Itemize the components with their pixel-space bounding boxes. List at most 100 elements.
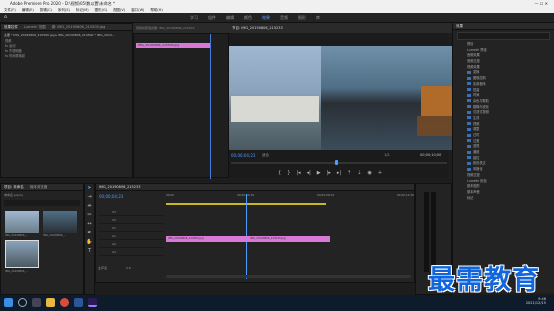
workspace-tab[interactable]: 编辑 bbox=[226, 15, 234, 21]
folder-icon bbox=[467, 156, 471, 160]
export-frame-icon[interactable]: ◉ bbox=[367, 170, 371, 176]
tools-panel: ➤ ⇥ ⇹ ✂ ↔ ✒ ✋ T bbox=[84, 183, 95, 295]
effect-controls-tabs: 效果控件 Lumetri 范围 源: IMG_20190806_210500.j… bbox=[1, 24, 132, 31]
timeline-timecode[interactable]: 00;00;04;23 bbox=[99, 194, 123, 199]
pen-tool-icon[interactable]: ✒ bbox=[85, 229, 94, 238]
mark-in-icon[interactable]: { bbox=[278, 170, 281, 176]
lift-icon[interactable]: ⇡ bbox=[347, 170, 351, 176]
task-view-icon[interactable] bbox=[32, 298, 41, 307]
window-controls[interactable]: — ☐ ✕ bbox=[535, 0, 548, 7]
chrome-icon[interactable] bbox=[60, 298, 69, 307]
folder-icon bbox=[467, 82, 471, 86]
program-playhead[interactable] bbox=[335, 160, 338, 165]
folder-icon bbox=[467, 161, 471, 165]
step-back-icon[interactable]: ◂| bbox=[307, 170, 311, 176]
track-header[interactable]: A2 bbox=[98, 240, 164, 248]
source-clip-bar[interactable]: IMG_20190806_210500.jpg bbox=[136, 43, 210, 48]
file-explorer-icon[interactable] bbox=[46, 298, 55, 307]
clip-thumbnail[interactable] bbox=[43, 211, 77, 233]
windows-start-icon[interactable] bbox=[4, 298, 13, 307]
ripple-edit-icon[interactable]: ⇹ bbox=[85, 202, 94, 211]
folder-icon bbox=[467, 88, 471, 91]
folder-icon bbox=[467, 139, 471, 143]
tab-effect-controls[interactable]: 效果控件 bbox=[4, 24, 18, 30]
tab-project[interactable]: 项目: 未命名 bbox=[4, 184, 24, 190]
sequence-thumbnail[interactable] bbox=[5, 240, 39, 268]
search-icon[interactable] bbox=[18, 298, 27, 307]
clip-name: IMG_20190806_... bbox=[5, 270, 29, 273]
hand-tool-icon[interactable]: ✋ bbox=[85, 238, 94, 247]
effects-categories: 变换 图像控制 实用程序 扭曲 时间 杂色与颗粒 模糊与锐化 沉浸式视频 生成 视频 调整 过时 过渡透… bbox=[453, 70, 554, 172]
clip-name: IMG_20190806_... bbox=[5, 234, 29, 237]
transport-controls: { } |◂ ◂| ▶ |▸ ▸| ⇡ ⇣ ◉ + bbox=[278, 170, 382, 176]
track-select-icon[interactable]: ⇥ bbox=[85, 193, 94, 202]
slip-tool-icon[interactable]: ↔ bbox=[85, 220, 94, 229]
program-scrubber[interactable] bbox=[231, 160, 447, 165]
premiere-icon[interactable] bbox=[88, 298, 97, 307]
extract-icon[interactable]: ⇣ bbox=[357, 170, 361, 176]
tab-media-browser[interactable]: 媒体浏览器 bbox=[30, 184, 48, 190]
word-icon[interactable] bbox=[74, 298, 83, 307]
list-item[interactable]: fx 时间重映射 bbox=[1, 54, 132, 59]
audio-mixer-tab[interactable]: 音频剪辑混合器: IMG_20190806_215233 bbox=[133, 23, 229, 33]
ruler-tick-label: 00;00;14;29 bbox=[396, 193, 414, 197]
timeline-clip[interactable]: IMG_20190806_215233.jpg bbox=[248, 236, 330, 242]
timeline-scrollbar[interactable] bbox=[166, 275, 411, 278]
goto-out-icon[interactable]: ▸| bbox=[337, 170, 341, 176]
folder-icon bbox=[467, 116, 471, 120]
timeline-clip[interactable]: IMG_20190806_210500.jpg bbox=[166, 236, 248, 242]
workspace-tabs: 学习 组件 编辑 颜色 效果 音频 图形 库 bbox=[190, 15, 320, 21]
quality-dropdown[interactable]: 1/2 bbox=[384, 153, 390, 157]
tab-lumetri-scopes[interactable]: Lumetri 范围 bbox=[24, 24, 46, 30]
project-search-input[interactable] bbox=[4, 200, 80, 206]
video-right-frame bbox=[321, 46, 452, 150]
workspace-tab[interactable]: 学习 bbox=[190, 15, 198, 21]
playhead-line[interactable] bbox=[210, 34, 211, 179]
ruler-tick-label: 00;00 bbox=[166, 193, 175, 197]
program-timecode[interactable]: 00;00;04;23 bbox=[231, 153, 255, 158]
track-header[interactable]: V3 bbox=[98, 208, 164, 216]
step-forward-icon[interactable]: |▸ bbox=[327, 170, 331, 176]
program-monitor-tab[interactable]: 节目: IMG_20190806_215233 bbox=[229, 23, 452, 33]
building-image bbox=[231, 96, 319, 122]
clock[interactable]: 9:46 2021/12/15 bbox=[526, 297, 546, 305]
effects-search-input[interactable] bbox=[457, 32, 550, 40]
folder-icon bbox=[467, 144, 471, 148]
workspace-tab[interactable]: 效果 bbox=[262, 15, 270, 21]
clip-thumbnail[interactable] bbox=[5, 211, 39, 233]
effects-more: 视频过渡 Lumetri 颜色 基本图形 基本声音 标记 bbox=[453, 173, 554, 201]
razor-tool-icon[interactable]: ✂ bbox=[85, 211, 94, 220]
mark-out-icon[interactable]: } bbox=[287, 170, 290, 176]
effect-controls-header: 主要 * IMG_20190806_210500.jpg ▸ IMG_20190… bbox=[4, 33, 115, 37]
track-header[interactable]: V2 bbox=[98, 216, 164, 224]
workspace-tab[interactable]: 库 bbox=[316, 15, 320, 21]
master-value[interactable]: 0.0 bbox=[126, 266, 131, 270]
windows-taskbar: 9:46 2021/12/15 bbox=[0, 295, 554, 311]
timeline-ruler[interactable]: 00;0000;00;04;2900;00;09;2900;00;14;29 bbox=[166, 193, 414, 201]
goto-in-icon[interactable]: |◂ bbox=[296, 170, 300, 176]
folder-icon bbox=[467, 127, 471, 131]
lit-building-image bbox=[421, 86, 452, 116]
tab-sequence[interactable]: IMG_20190806_215233 bbox=[99, 184, 140, 190]
track-header[interactable]: A1 bbox=[98, 232, 164, 240]
selection-tool-icon[interactable]: ➤ bbox=[85, 184, 94, 193]
workspace-tab[interactable]: 颜色 bbox=[244, 15, 252, 21]
add-button-icon[interactable]: + bbox=[378, 170, 382, 176]
tab-effects[interactable]: 效果 bbox=[456, 23, 463, 29]
workspace-tab[interactable]: 图形 bbox=[298, 15, 306, 21]
program-video-frame bbox=[229, 46, 452, 150]
type-tool-icon[interactable]: T bbox=[85, 247, 94, 256]
track-header[interactable]: V1 bbox=[98, 224, 164, 232]
fit-dropdown[interactable]: 适合 bbox=[262, 153, 269, 158]
track-headers: V3 V2 V1 A1 A2 A3 bbox=[98, 208, 164, 256]
folder-icon bbox=[467, 93, 471, 97]
play-icon[interactable]: ▶ bbox=[317, 170, 321, 176]
track-header[interactable]: A3 bbox=[98, 248, 164, 256]
effects-panel: 效果 预设 Lumetri 预设 音频效果 音频过渡 视频效果 变换 图像控制 实用程序 扭曲… bbox=[452, 23, 554, 293]
tab-source[interactable]: 源: IMG_20190806_210500.jpg bbox=[52, 24, 106, 30]
effects-folder[interactable]: 标记 bbox=[453, 196, 554, 202]
workspace-tab[interactable]: 音频 bbox=[280, 15, 288, 21]
effect-list: 视频 fx 运动 fx 不透明度 fx 时间重映射 bbox=[1, 39, 132, 59]
home-icon[interactable]: ⌂ bbox=[4, 14, 7, 20]
workspace-tab[interactable]: 组件 bbox=[208, 15, 216, 21]
